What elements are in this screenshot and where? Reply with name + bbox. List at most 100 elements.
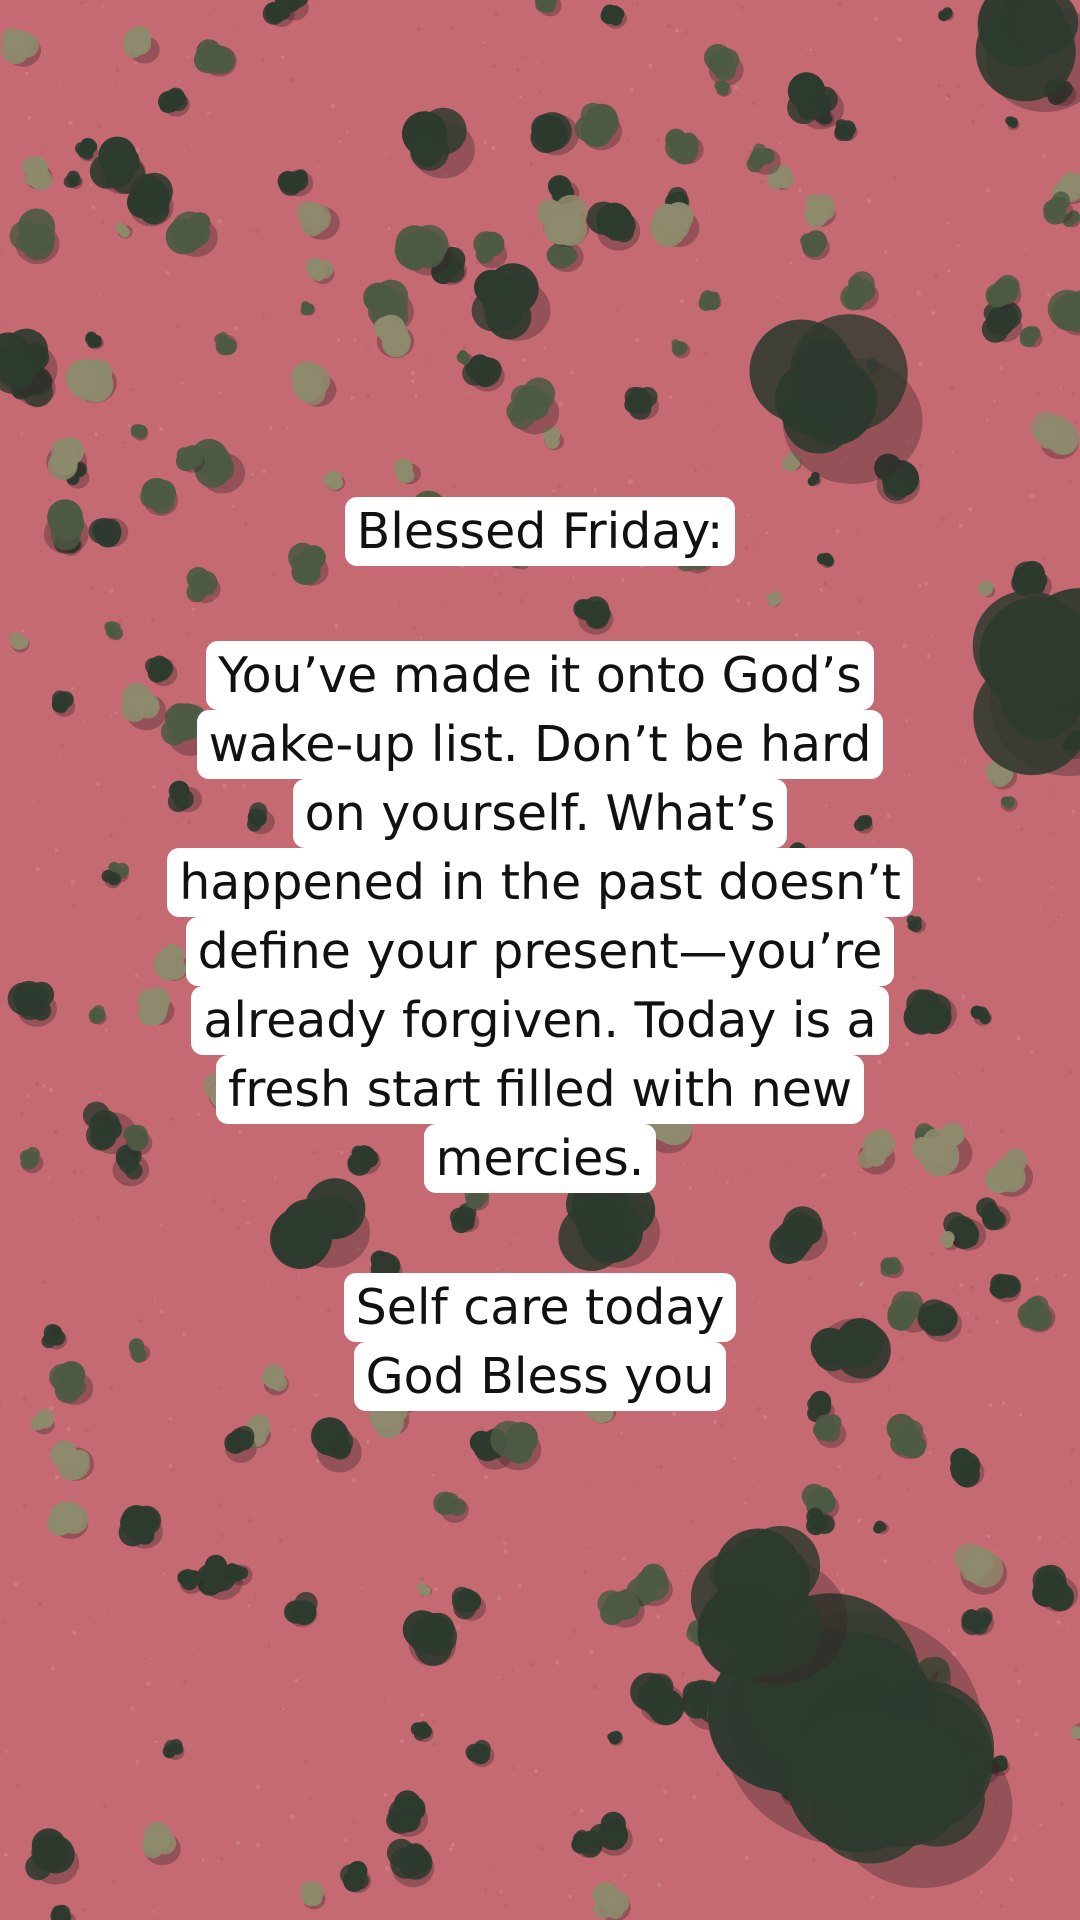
sand-speckle	[503, 1549, 508, 1554]
sand-speckle	[94, 432, 99, 437]
sand-speckle	[5, 1750, 8, 1754]
bush-shrub	[886, 1413, 928, 1460]
sand-speckle	[218, 391, 221, 394]
sand-speckle	[338, 140, 342, 144]
sand-speckle	[1037, 1535, 1042, 1540]
caption-line: happened in the past doesn’t	[167, 848, 913, 917]
sand-speckle	[448, 1847, 453, 1852]
sand-speckle	[648, 63, 653, 68]
sand-speckle	[671, 1257, 674, 1260]
sand-speckle	[420, 374, 423, 377]
bush-shrub	[114, 222, 133, 239]
sand-speckle	[282, 1707, 285, 1711]
caption-heading: Blessed Friday:	[0, 497, 1080, 566]
sand-speckle	[1017, 1679, 1022, 1684]
sand-speckle	[251, 473, 255, 476]
sand-speckle	[856, 630, 861, 635]
bush-shrub	[50, 1440, 95, 1481]
sand-speckle	[866, 198, 872, 204]
bush-shrub	[284, 1591, 318, 1628]
bush-shrub	[573, 596, 614, 635]
sand-speckle	[729, 385, 732, 387]
sand-speckle	[127, 424, 131, 427]
sand-speckle	[278, 1538, 283, 1544]
sand-speckle	[906, 1487, 909, 1491]
sand-speckle	[20, 432, 24, 436]
caption-line: Self care today	[343, 1273, 737, 1342]
sand-speckle	[1071, 392, 1075, 397]
sand-speckle	[823, 582, 828, 586]
sand-speckle	[89, 184, 93, 187]
sand-speckle	[897, 37, 902, 42]
sand-speckle	[101, 5, 105, 8]
caption-line: mercies.	[423, 1124, 657, 1193]
sand-speckle	[794, 632, 799, 637]
sand-speckle	[385, 1866, 390, 1871]
sand-speckle	[876, 1475, 882, 1480]
sand-speckle	[206, 111, 211, 115]
sand-speckle	[937, 83, 941, 88]
sand-speckle	[111, 1880, 116, 1885]
bush-shrub	[506, 377, 560, 435]
bush-shrub	[985, 274, 1022, 309]
sand-speckle	[5, 320, 8, 322]
bush-shrub	[800, 230, 830, 261]
sand-speckle	[510, 1668, 514, 1672]
bush-shrub	[451, 1586, 487, 1621]
sand-speckle	[539, 1846, 544, 1851]
sand-speckle	[159, 1224, 162, 1227]
sand-speckle	[313, 151, 316, 155]
bush-shrub	[291, 361, 337, 407]
sand-speckle	[54, 1475, 59, 1480]
sand-speckle	[68, 120, 73, 126]
sand-speckle	[192, 419, 195, 422]
sand-speckle	[162, 1572, 166, 1576]
sand-speckle	[758, 1480, 761, 1483]
sand-speckle	[873, 17, 879, 22]
sand-speckle	[497, 1676, 500, 1679]
sand-speckle	[168, 1464, 173, 1468]
sand-speckle	[568, 1894, 572, 1899]
bush-shrub	[575, 102, 623, 151]
sand-speckle	[522, 358, 526, 362]
bush-shrub	[74, 138, 99, 162]
sand-speckle	[494, 572, 498, 575]
sand-speckle	[503, 1903, 508, 1908]
sand-speckle	[238, 29, 241, 32]
sand-speckle	[29, 1613, 32, 1616]
sand-speckle	[344, 1838, 348, 1842]
bush-shrub	[607, 1730, 624, 1746]
sand-speckle	[1059, 387, 1063, 390]
bush-shrub	[433, 1491, 469, 1523]
sand-speckle	[743, 1501, 747, 1505]
sand-speckle	[778, 142, 782, 145]
sand-speckle	[572, 576, 575, 580]
bush-shrub	[296, 201, 340, 240]
bush-shrub	[410, 1721, 434, 1743]
sand-speckle	[492, 64, 497, 68]
sand-speckle	[928, 1451, 932, 1455]
sand-speckle	[1021, 1563, 1024, 1566]
sand-speckle	[503, 1541, 507, 1545]
sand-speckle	[295, 1679, 298, 1682]
sand-speckle	[122, 441, 126, 445]
sand-speckle	[154, 1740, 158, 1744]
sand-speckle	[159, 427, 163, 432]
sand-speckle	[352, 1820, 356, 1823]
sand-speckle	[620, 1431, 623, 1434]
sand-speckle	[1009, 1877, 1014, 1882]
sand-speckle	[615, 309, 618, 312]
bush-shrub	[46, 436, 88, 481]
sand-speckle	[798, 188, 803, 193]
sand-speckle	[888, 314, 891, 317]
sand-speckle	[836, 1, 842, 7]
sand-speckle	[220, 1207, 224, 1212]
sand-speckle	[956, 244, 960, 247]
sand-speckle	[694, 468, 698, 473]
sand-speckle	[629, 87, 634, 92]
bush-shrub	[50, 1904, 76, 1920]
sand-speckle	[432, 1741, 437, 1746]
sand-speckle	[255, 1785, 261, 1790]
sand-speckle	[1041, 153, 1046, 158]
sand-speckle	[537, 61, 539, 64]
